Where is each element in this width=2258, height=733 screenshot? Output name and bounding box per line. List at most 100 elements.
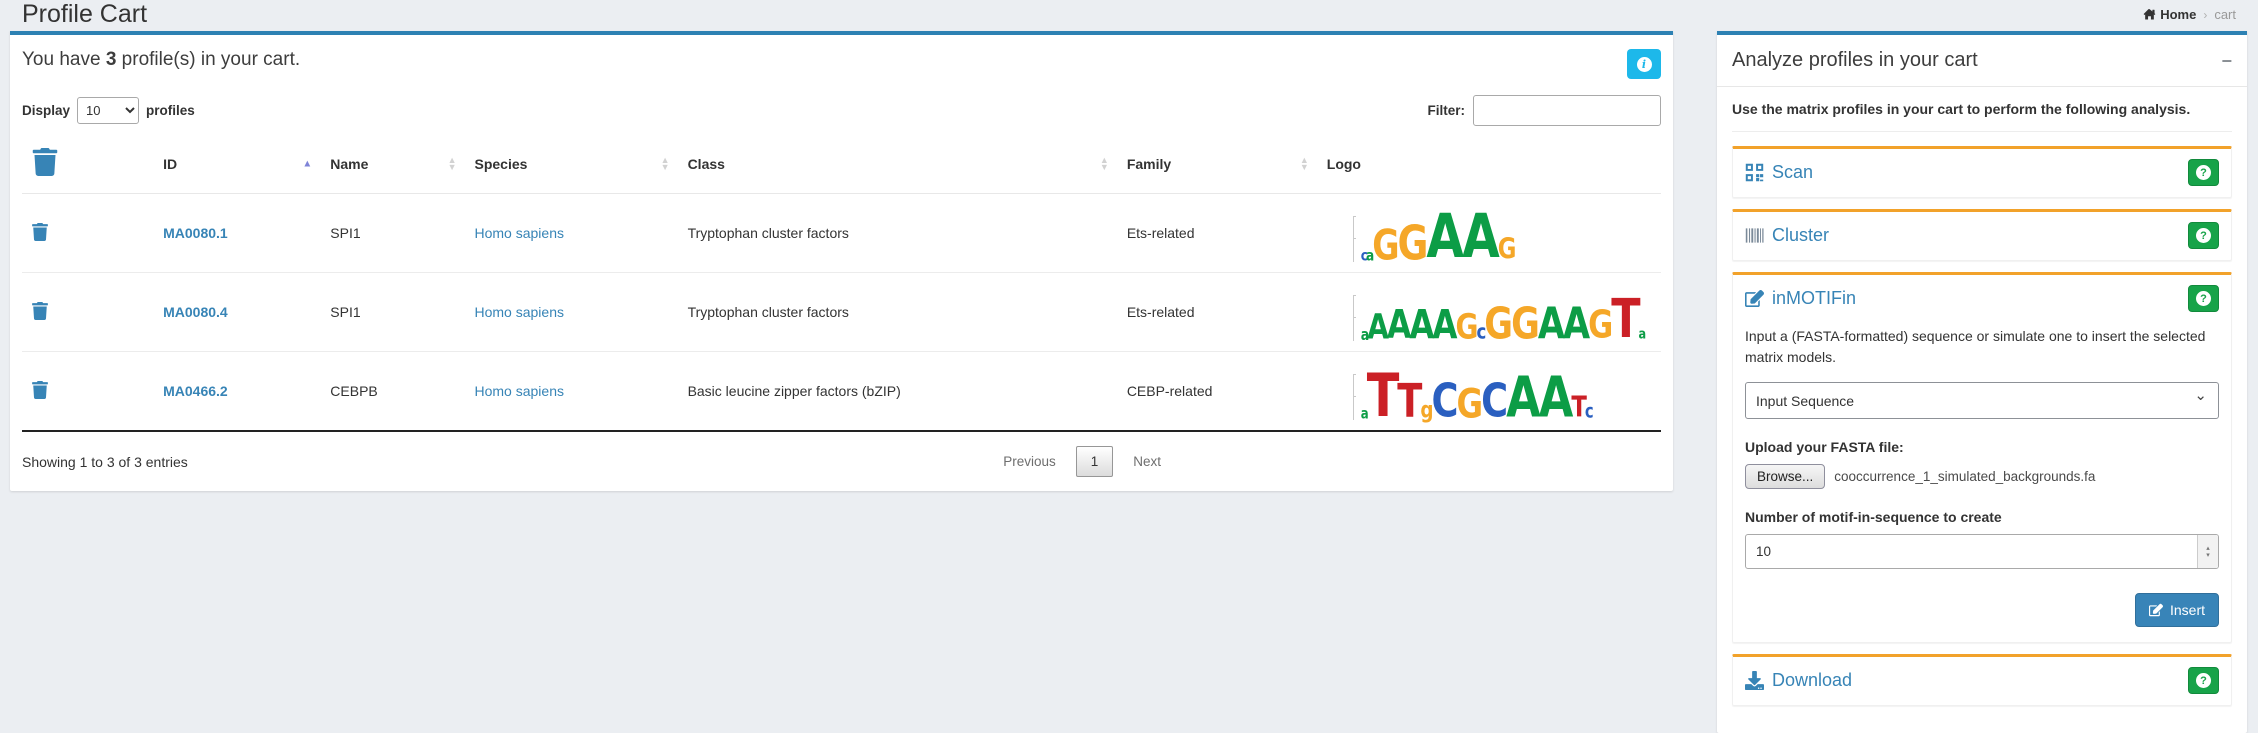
logo-axis [1353, 295, 1360, 341]
profile-family: CEBP-related [1117, 352, 1317, 432]
profile-family: Ets-related [1117, 194, 1317, 273]
sequence-source-select-wrap: Input Sequence ⌄ [1745, 382, 2219, 419]
breadcrumb-home-label: Home [2160, 7, 2196, 22]
cluster-link[interactable]: Cluster [1745, 225, 1829, 246]
question-icon: ? [2196, 165, 2211, 180]
sort-asc-icon: ▲ [302, 158, 312, 169]
profile-id-link[interactable]: MA0466.2 [163, 383, 228, 399]
cluster-help-button[interactable]: ? [2188, 222, 2219, 249]
upload-fasta-label: Upload your FASTA file: [1745, 439, 2219, 455]
sort-icon: ▲▼ [1300, 157, 1309, 171]
scan-label: Scan [1772, 162, 1813, 183]
remove-all-trash-icon[interactable] [32, 148, 58, 176]
qrcode-icon [1745, 163, 1764, 182]
selected-filename: cooccurrence_1_simulated_backgrounds.fa [1834, 469, 2095, 484]
display-count-select[interactable]: 10 [77, 97, 139, 124]
analyze-panel-body: Use the matrix profiles in your cart to … [1717, 87, 2247, 733]
profile-cart-page: Profile Cart Home › cart You have 3 prof… [0, 0, 2258, 733]
cluster-label: Cluster [1772, 225, 1829, 246]
edit-icon [1745, 289, 1764, 308]
column-header-name[interactable]: Name ▲▼ [320, 134, 464, 194]
table-footer: Showing 1 to 3 of 3 entries Previous 1 N… [22, 446, 1661, 477]
question-icon: ? [2196, 291, 2211, 306]
insert-button[interactable]: Insert [2135, 593, 2219, 627]
page-number-button[interactable]: 1 [1076, 446, 1114, 477]
download-icon [1745, 671, 1764, 690]
profiles-table: ID ▲ Name ▲▼ Species ▲▼ Class [22, 134, 1661, 432]
column-header-remove[interactable] [22, 134, 153, 194]
download-link[interactable]: Download [1745, 670, 1852, 691]
analyze-panel: Analyze profiles in your cart − Use the … [1717, 31, 2247, 733]
remove-row-trash-icon[interactable] [32, 302, 48, 320]
download-help-button[interactable]: ? [2188, 667, 2219, 694]
spinner-up-icon: ▴ [2206, 545, 2210, 552]
profile-class: Tryptophan cluster factors [678, 194, 1117, 273]
inmotifin-description: Input a (FASTA-formatted) sequence or si… [1745, 326, 2219, 368]
inmotifin-section: inMOTIFin ? Input a (FASTA-formatted) se… [1732, 272, 2232, 643]
column-header-species[interactable]: Species ▲▼ [465, 134, 678, 194]
table-row: MA0466.2 CEBPB Homo sapiens Basic leucin… [22, 352, 1661, 432]
motif-count-field: ▴ ▾ [1745, 534, 2219, 569]
sequence-logo: caGGAAG [1327, 204, 1651, 262]
remove-row-trash-icon[interactable] [32, 381, 48, 399]
inmotifin-form: Input a (FASTA-formatted) sequence or si… [1745, 326, 2219, 627]
cart-count: 3 [106, 49, 117, 70]
profile-name: CEBPB [320, 352, 464, 432]
species-link[interactable]: Homo sapiens [475, 304, 565, 320]
profile-id-link[interactable]: MA0080.4 [163, 304, 228, 320]
sort-icon: ▲▼ [1100, 157, 1109, 171]
profile-class: Basic leucine zipper factors (bZIP) [678, 352, 1117, 432]
display-suffix-label: profiles [146, 103, 195, 118]
previous-button[interactable]: Previous [1003, 454, 1056, 469]
scan-section: Scan ? [1732, 146, 2232, 198]
table-row: MA0080.4 SPI1 Homo sapiens Tryptophan cl… [22, 273, 1661, 352]
inmotifin-help-button[interactable]: ? [2188, 285, 2219, 312]
breadcrumb-home-link[interactable]: Home [2143, 7, 2196, 22]
cluster-section: Cluster ? [1732, 209, 2232, 261]
home-icon [2143, 8, 2156, 21]
next-button[interactable]: Next [1133, 454, 1161, 469]
cart-panel: You have 3 profile(s) in your cart. i Di… [10, 31, 1673, 491]
browse-button[interactable]: Browse... [1745, 464, 1825, 489]
question-icon: ? [2196, 228, 2211, 243]
question-icon: ? [2196, 673, 2211, 688]
column-header-family[interactable]: Family ▲▼ [1117, 134, 1317, 194]
profile-name: SPI1 [320, 273, 464, 352]
barcode-icon [1745, 226, 1764, 245]
cart-summary: You have 3 profile(s) in your cart. i [22, 49, 1661, 79]
analyze-panel-title: Analyze profiles in your cart [1732, 49, 1978, 72]
spinner-down-icon: ▾ [2206, 552, 2210, 559]
info-button[interactable]: i [1627, 49, 1661, 79]
inmotifin-link[interactable]: inMOTIFin [1745, 288, 1856, 309]
collapse-icon[interactable]: − [2221, 52, 2232, 70]
column-header-id[interactable]: ID ▲ [153, 134, 320, 194]
breadcrumb: Home › cart [2143, 7, 2236, 22]
display-length-control: Display 10 profiles [22, 97, 195, 124]
column-header-class[interactable]: Class ▲▼ [678, 134, 1117, 194]
divider [1732, 131, 2232, 132]
number-spinner[interactable]: ▴ ▾ [2197, 535, 2218, 568]
species-link[interactable]: Homo sapiens [475, 383, 565, 399]
breadcrumb-separator: › [2203, 8, 2207, 22]
table-controls: Display 10 profiles Filter: [22, 95, 1661, 126]
insert-label: Insert [2170, 602, 2205, 618]
analyze-panel-header: Analyze profiles in your cart − [1717, 35, 2247, 87]
species-link[interactable]: Homo sapiens [475, 225, 565, 241]
sequence-logo: aAAAAGcGGAAGTa [1327, 283, 1651, 341]
column-header-logo: Logo [1317, 134, 1661, 194]
table-row: MA0080.1 SPI1 Homo sapiens Tryptophan cl… [22, 194, 1661, 273]
filter-control: Filter: [1427, 95, 1661, 126]
remove-row-trash-icon[interactable] [32, 223, 48, 241]
profile-id-link[interactable]: MA0080.1 [163, 225, 228, 241]
scan-help-button[interactable]: ? [2188, 159, 2219, 186]
motif-count-input[interactable] [1745, 534, 2219, 569]
sort-icon: ▲▼ [661, 157, 670, 171]
filter-input[interactable] [1473, 95, 1661, 126]
sequence-source-select[interactable]: Input Sequence [1745, 382, 2219, 419]
main-content: You have 3 profile(s) in your cart. i Di… [10, 31, 2248, 733]
page-header: Profile Cart Home › cart [10, 0, 2248, 31]
info-icon: i [1637, 57, 1652, 72]
scan-link[interactable]: Scan [1745, 162, 1813, 183]
profile-family: Ets-related [1117, 273, 1317, 352]
profile-name: SPI1 [320, 194, 464, 273]
